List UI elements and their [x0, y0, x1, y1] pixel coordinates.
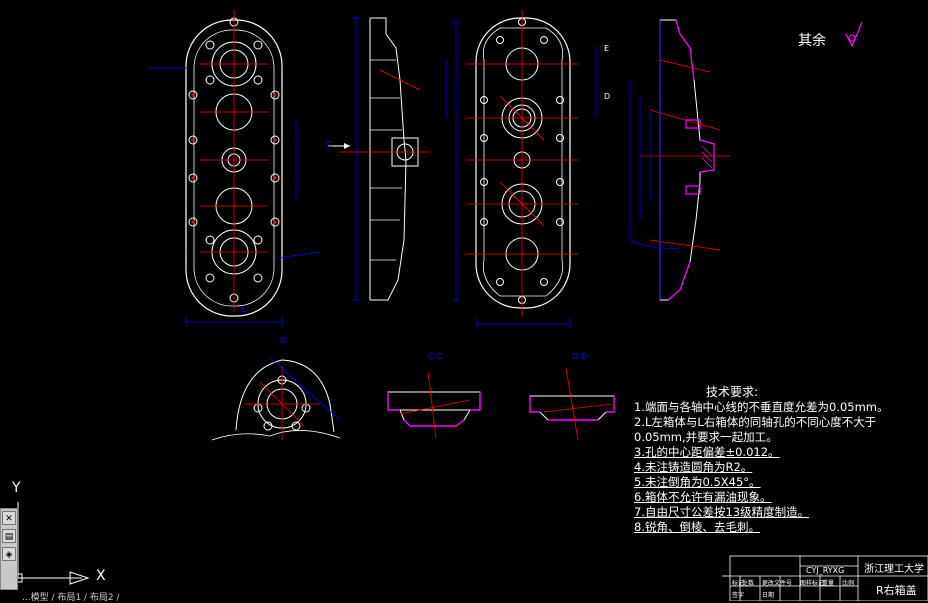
- side-view-section: [328, 17, 430, 301]
- plan-view-bearings: [445, 10, 597, 328]
- tech-req-item-5: 5.未注倒角为0.5X45°。: [634, 475, 761, 489]
- side-section-hatched: [629, 19, 730, 301]
- layers-icon[interactable]: ◈: [2, 547, 16, 561]
- section-label-d-d: D-D: [572, 352, 588, 361]
- close-icon[interactable]: ✕: [2, 511, 16, 525]
- title-block-cell-weight: 重量: [822, 580, 835, 587]
- floating-toolbar: ✕ ▤ ◈: [0, 508, 18, 590]
- title-block-cell-sign: 签字: [732, 592, 745, 599]
- section-label-b: B: [280, 336, 286, 345]
- partial-view-b: [211, 357, 341, 441]
- title-block-cell-date: 日期: [762, 592, 775, 599]
- drawing-code: CYJ_RYXG: [806, 566, 845, 575]
- title-block-cell-scale: 比例: [842, 580, 855, 587]
- section-label-e: E: [604, 44, 610, 53]
- section-d-d: [529, 367, 615, 441]
- tech-req-item-6: 6.箱体不允许有漏油现象。: [634, 490, 772, 504]
- title-block-cell-count: 处数: [742, 580, 755, 587]
- title-block-cell-change: 更改文件号: [762, 580, 793, 587]
- properties-icon[interactable]: ▤: [2, 529, 16, 543]
- section-label-d: D: [604, 92, 611, 101]
- section-label-c-c: C-C: [428, 352, 443, 361]
- layout-tabs[interactable]: ...模型 / 布局1 / 布局2 /: [22, 590, 119, 603]
- tech-req-item-1: 1.端面与各轴中心线的不垂直度允差为0.05mm。: [634, 400, 889, 414]
- tech-requirements-title: 技术要求:: [706, 385, 759, 399]
- roughness-label: 其余: [798, 33, 826, 49]
- title-block-cell-marking: 图样标记: [800, 580, 825, 587]
- ucs-icon: [13, 502, 90, 585]
- tech-req-item-8: 8.锐角、倒棱、去毛刺。: [634, 520, 760, 534]
- tech-req-item-4: 4.未注铸造圆角为R2。: [634, 460, 753, 474]
- school-name: 浙江理工大学: [864, 564, 924, 575]
- ucs-y-label: Y: [12, 480, 21, 496]
- section-c-c: [387, 371, 481, 439]
- section-label-c: C: [326, 140, 332, 149]
- tech-req-item-2-cont: 0.05mm,并要求一起加工。: [634, 430, 778, 444]
- front-view-housing: [148, 10, 321, 326]
- tech-req-item-7: 7.自由尺寸公差按13级精度制造。: [634, 505, 810, 519]
- roughness-symbol: [845, 21, 863, 48]
- part-name: R右箱盖: [876, 584, 917, 597]
- tech-req-item-2: 2.L左箱体与L右箱体的同轴孔的不同心度不大于: [634, 415, 877, 429]
- section-label-a: A: [240, 306, 246, 315]
- tech-req-item-3: 3.孔的中心距偏差±0.012。: [634, 445, 780, 459]
- ucs-x-label: X: [96, 568, 106, 584]
